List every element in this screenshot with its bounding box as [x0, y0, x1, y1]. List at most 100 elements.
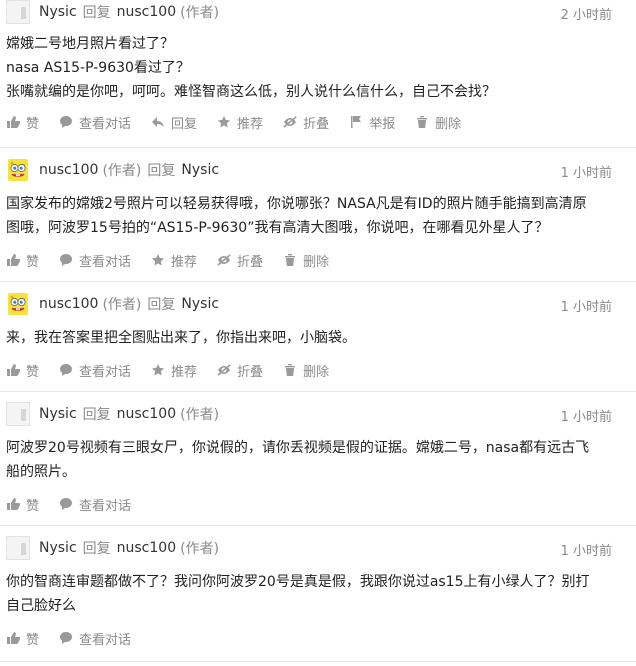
reply-to-name[interactable]: nusc100: [117, 406, 176, 422]
avatar[interactable]: [6, 292, 30, 316]
action-label: 折叠: [237, 254, 264, 270]
action-label: 赞: [26, 116, 40, 132]
trash-button[interactable]: 删除: [283, 251, 329, 270]
comment-text: 阿波罗20号视频有三眼女尸，你说假的，请你丢视频是假的证据。嫦娥二号，nasa都…: [6, 436, 626, 484]
thumbs-up-icon: [7, 364, 20, 376]
comment-actions: 赞 查看对话: [6, 494, 626, 514]
action-label: 赞: [26, 498, 40, 514]
action-label: 推荐: [237, 116, 264, 132]
eye-off-button[interactable]: 折叠: [283, 113, 329, 132]
chat-bubble-icon: [60, 498, 73, 510]
comment-item: nusc100 (作者) 回复 Nysic 1 小时前 国家发布的嫦娥2号照片可以轻易获得…: [0, 148, 636, 282]
chat-bubble-icon: [60, 364, 73, 376]
comment-item: Nysic 回复 nusc100 (作者) 1 小时前 你的智商连审题都做不了？我问你阿波…: [0, 526, 636, 662]
comment-line: 你的智商连审题都做不了？我问你阿波罗20号是真是假，我跟你说过as15上有小绿人…: [6, 574, 590, 590]
chat-bubble-button[interactable]: 查看对话: [59, 361, 131, 380]
thumbs-up-button[interactable]: 赞: [6, 361, 39, 380]
reply-arrow-icon: [152, 117, 165, 127]
author-name[interactable]: Nysic: [39, 540, 77, 556]
star-button[interactable]: 推荐: [151, 361, 197, 380]
comment-text: 来，我在答案里把全图贴出来了，你指出来吧，小脑袋。: [6, 326, 626, 350]
thumbs-up-icon: [7, 632, 20, 644]
reply-label: 回复: [82, 5, 111, 21]
comment-line: 嫦娥二号地月照片看过了？: [6, 36, 174, 52]
reply-to-name[interactable]: Nysic: [181, 296, 219, 312]
comment-actions: 赞 查看对话 推荐 折叠 删除: [6, 360, 626, 380]
reply-to-tag: (作者): [180, 5, 220, 21]
comment-header: nusc100 (作者) 回复 Nysic 1 小时前: [6, 292, 626, 316]
author-name[interactable]: Nysic: [39, 4, 77, 20]
chat-bubble-button[interactable]: 查看对话: [59, 113, 131, 132]
chat-bubble-icon: [60, 254, 73, 266]
comment-line: 张嘴就编的是你吧，呵呵。难怪智商这么低，别人说什么信什么，自己不会找？: [6, 84, 496, 100]
author-name[interactable]: nusc100: [39, 162, 98, 178]
thumbs-up-button[interactable]: 赞: [6, 629, 39, 648]
eye-off-button[interactable]: 折叠: [217, 251, 263, 270]
action-label: 推荐: [171, 364, 198, 380]
thumbs-up-button[interactable]: 赞: [6, 495, 39, 514]
avatar[interactable]: [6, 402, 30, 426]
action-label: 删除: [435, 116, 462, 132]
comment-text: 你的智商连审题都做不了？我问你阿波罗20号是真是假，我跟你说过as15上有小绿人…: [6, 570, 626, 618]
reply-label: 回复: [147, 163, 176, 179]
action-label: 赞: [26, 254, 40, 270]
action-label: 删除: [303, 364, 330, 380]
thumbs-up-button[interactable]: 赞: [6, 251, 39, 270]
action-label: 折叠: [237, 364, 264, 380]
eye-off-icon: [283, 116, 297, 128]
avatar[interactable]: [6, 0, 30, 24]
star-icon: [152, 364, 165, 376]
comment-line: 船的照片。: [6, 464, 76, 480]
comment-line: 阿波罗20号视频有三眼女尸，你说假的，请你丢视频是假的证据。嫦娥二号，nasa都…: [6, 440, 590, 456]
reply-to-name[interactable]: nusc100: [117, 540, 176, 556]
trash-button[interactable]: 删除: [415, 113, 461, 132]
avatar[interactable]: [6, 536, 30, 560]
comment-list: Nysic 回复 nusc100 (作者) 2 小时前 嫦娥二号地月照片看过了？ nasa …: [0, 0, 636, 662]
reply-to-name[interactable]: nusc100: [117, 4, 176, 20]
action-label: 查看对话: [79, 254, 132, 270]
comment-text: 嫦娥二号地月照片看过了？ nasa AS15-P-9630看过了？ 张嘴就编的是你吧…: [6, 32, 626, 104]
trash-icon: [417, 116, 428, 128]
action-label: 查看对话: [79, 632, 132, 648]
chat-bubble-button[interactable]: 查看对话: [59, 629, 131, 648]
trash-icon: [285, 254, 296, 266]
action-label: 推荐: [171, 254, 198, 270]
flag-icon: [351, 116, 362, 128]
comment-line: 来，我在答案里把全图贴出来了，你指出来吧，小脑袋。: [6, 330, 356, 346]
star-button[interactable]: 推荐: [151, 251, 197, 270]
trash-button[interactable]: 删除: [283, 361, 329, 380]
comment-time: 1 小时前: [560, 166, 612, 181]
action-label: 查看对话: [79, 498, 132, 514]
chat-bubble-button[interactable]: 查看对话: [59, 251, 131, 270]
comment-time: 1 小时前: [560, 410, 612, 425]
comment-time: 1 小时前: [560, 544, 612, 559]
comment-line: 图哦，阿波罗15号拍的“AS15-P-9630”我有高清大图哦，你说吧，在哪看见…: [6, 220, 549, 236]
comment-actions: 赞 查看对话: [6, 628, 626, 648]
flag-button[interactable]: 举报: [349, 113, 395, 132]
thumbs-up-icon: [7, 498, 20, 510]
eye-off-button[interactable]: 折叠: [217, 361, 263, 380]
author-name[interactable]: Nysic: [39, 406, 77, 422]
action-label: 赞: [26, 364, 40, 380]
thumbs-up-button[interactable]: 赞: [6, 113, 39, 132]
chat-bubble-icon: [60, 116, 73, 128]
action-label: 删除: [303, 254, 330, 270]
star-icon: [218, 116, 231, 128]
reply-to-tag: (作者): [180, 407, 220, 423]
chat-bubble-button[interactable]: 查看对话: [59, 495, 131, 514]
trash-icon: [285, 364, 296, 376]
reply-arrow-button[interactable]: 回复: [151, 113, 197, 132]
comment-header: Nysic 回复 nusc100 (作者) 1 小时前: [6, 402, 626, 426]
author-name[interactable]: nusc100: [39, 296, 98, 312]
reply-to-tag: (作者): [180, 541, 220, 557]
comment-actions: 赞 查看对话 推荐 折叠 删除: [6, 250, 626, 270]
eye-off-icon: [217, 364, 231, 376]
reply-to-name[interactable]: Nysic: [181, 162, 219, 178]
avatar[interactable]: [6, 158, 30, 182]
action-label: 查看对话: [79, 364, 132, 380]
comment-item: nusc100 (作者) 回复 Nysic 1 小时前来，我在答案里把全图贴出来了，你指…: [0, 282, 636, 392]
action-label: 查看对话: [79, 116, 132, 132]
thumbs-up-icon: [7, 254, 20, 266]
eye-off-icon: [217, 254, 231, 266]
star-button[interactable]: 推荐: [217, 113, 263, 132]
